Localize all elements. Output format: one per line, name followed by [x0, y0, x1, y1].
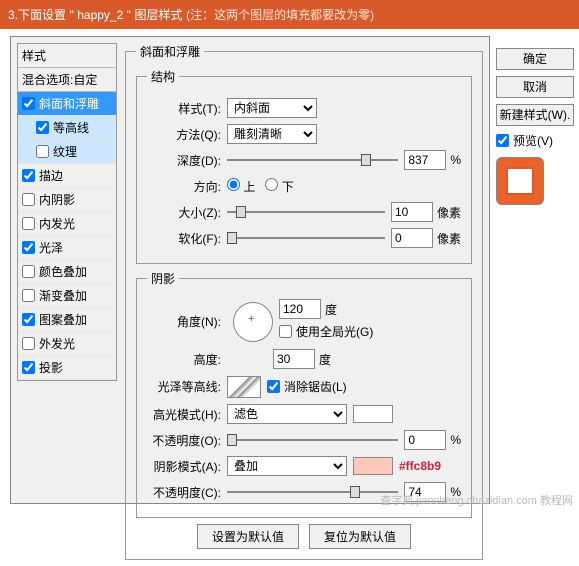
shadow-mode-select[interactable]: 叠加 [227, 456, 347, 476]
bevel-fieldset: 斜面和浮雕 结构 样式(T): 内斜面 方法(Q): 雕刻清晰 深度(D): % [125, 43, 483, 560]
style-item-投影[interactable]: 投影 [18, 356, 116, 380]
angle-wheel[interactable] [233, 302, 273, 342]
dir-up-radio[interactable]: 上 [227, 178, 255, 195]
style-item-内发光[interactable]: 内发光 [18, 212, 116, 236]
style-list: 样式 混合选项:自定 斜面和浮雕等高线纹理描边内阴影内发光光泽颜色叠加渐变叠加图… [17, 43, 117, 381]
depth-slider[interactable] [227, 153, 398, 167]
bevel-legend: 斜面和浮雕 [136, 43, 204, 60]
style-item-等高线[interactable]: 等高线 [18, 116, 116, 140]
instruction-header: 3.下面设置 " happy_2 " 图层样式 (注：这两个图层的填充都要改为零… [0, 0, 579, 29]
depth-input[interactable] [404, 150, 446, 170]
depth-label: 深度(D): [147, 152, 221, 169]
gloss-contour-picker[interactable] [227, 376, 261, 398]
angle-input[interactable] [279, 299, 321, 319]
new-style-button[interactable]: 新建样式(W). [496, 104, 574, 126]
preview-checkbox[interactable]: 预览(V) [496, 132, 576, 149]
altitude-unit: 度 [319, 351, 331, 368]
style-item-图案叠加[interactable]: 图案叠加 [18, 308, 116, 332]
cancel-button[interactable]: 取消 [496, 76, 574, 98]
size-unit: 像素 [437, 204, 461, 221]
shading-legend: 阴影 [147, 270, 179, 287]
antialias-checkbox[interactable]: 消除锯齿(L) [267, 378, 347, 395]
step-text: 3.下面设置 [8, 8, 66, 22]
ok-button[interactable]: 确定 [496, 48, 574, 70]
structure-fieldset: 结构 样式(T): 内斜面 方法(Q): 雕刻清晰 深度(D): % 方向: [136, 68, 472, 264]
style-item-渐变叠加[interactable]: 渐变叠加 [18, 284, 116, 308]
soften-input[interactable] [391, 228, 433, 248]
style-list-header[interactable]: 样式 [18, 44, 116, 68]
highlight-opacity-unit: % [450, 433, 461, 447]
note-text: (注：这两个图层的填充都要改为零) [186, 8, 374, 22]
size-slider[interactable] [227, 205, 385, 219]
layer-style-dialog: 样式 混合选项:自定 斜面和浮雕等高线纹理描边内阴影内发光光泽颜色叠加渐变叠加图… [10, 36, 490, 504]
method-label: 方法(Q): [147, 126, 221, 143]
shading-fieldset: 阴影 角度(N): 度 使用全局光(G) 高度: [136, 270, 472, 518]
soften-label: 软化(F): [147, 230, 221, 247]
angle-label: 角度(N): [147, 313, 221, 330]
highlight-opacity-slider[interactable] [227, 433, 398, 447]
watermark: 查字典 jiaocheng.chazidian.com 教程网 [380, 492, 573, 508]
shadow-color-swatch[interactable] [353, 457, 393, 475]
style-item-光泽[interactable]: 光泽 [18, 236, 116, 260]
highlight-opacity-label: 不透明度(O): [147, 432, 221, 449]
layer-name: " happy_2 " [70, 8, 131, 22]
style-item-描边[interactable]: 描边 [18, 164, 116, 188]
soften-slider[interactable] [227, 231, 385, 245]
size-label: 大小(Z): [147, 204, 221, 221]
soften-unit: 像素 [437, 230, 461, 247]
highlight-mode-select[interactable]: 滤色 [227, 404, 347, 424]
depth-unit: % [450, 153, 461, 167]
shadow-color-hex: #ffc8b9 [399, 459, 441, 473]
reset-default-button[interactable]: 复位为默认值 [309, 524, 411, 549]
style-item-斜面和浮雕[interactable]: 斜面和浮雕 [18, 92, 116, 116]
make-default-button[interactable]: 设置为默认值 [197, 524, 299, 549]
size-input[interactable] [391, 202, 433, 222]
shadow-opacity-slider[interactable] [227, 485, 398, 499]
method-select[interactable]: 雕刻清晰 [227, 124, 317, 144]
global-light-checkbox[interactable]: 使用全局光(G) [279, 323, 373, 340]
altitude-input[interactable] [273, 349, 315, 369]
style-select[interactable]: 内斜面 [227, 98, 317, 118]
blend-options-row[interactable]: 混合选项:自定 [18, 68, 116, 92]
highlight-color-swatch[interactable] [353, 405, 393, 423]
highlight-opacity-input[interactable] [404, 430, 446, 450]
highlight-mode-label: 高光模式(H): [147, 406, 221, 423]
altitude-label: 高度: [147, 351, 221, 368]
preview-swatch [496, 157, 544, 205]
style-item-纹理[interactable]: 纹理 [18, 140, 116, 164]
shadow-mode-label: 阴影模式(A): [147, 458, 221, 475]
style-item-颜色叠加[interactable]: 颜色叠加 [18, 260, 116, 284]
structure-legend: 结构 [147, 68, 179, 85]
style-label: 样式(T): [147, 100, 221, 117]
main-panel: 斜面和浮雕 结构 样式(T): 内斜面 方法(Q): 雕刻清晰 深度(D): % [125, 43, 483, 566]
direction-label: 方向: [147, 178, 221, 195]
tail-text: 图层样式 [135, 8, 183, 22]
style-item-外发光[interactable]: 外发光 [18, 332, 116, 356]
angle-unit: 度 [325, 301, 337, 318]
dialog-buttons: 确定 取消 新建样式(W). 预览(V) [496, 48, 576, 205]
shadow-opacity-label: 不透明度(C): [147, 484, 221, 501]
style-item-内阴影[interactable]: 内阴影 [18, 188, 116, 212]
dir-down-radio[interactable]: 下 [265, 178, 293, 195]
gloss-contour-label: 光泽等高线: [147, 378, 221, 395]
